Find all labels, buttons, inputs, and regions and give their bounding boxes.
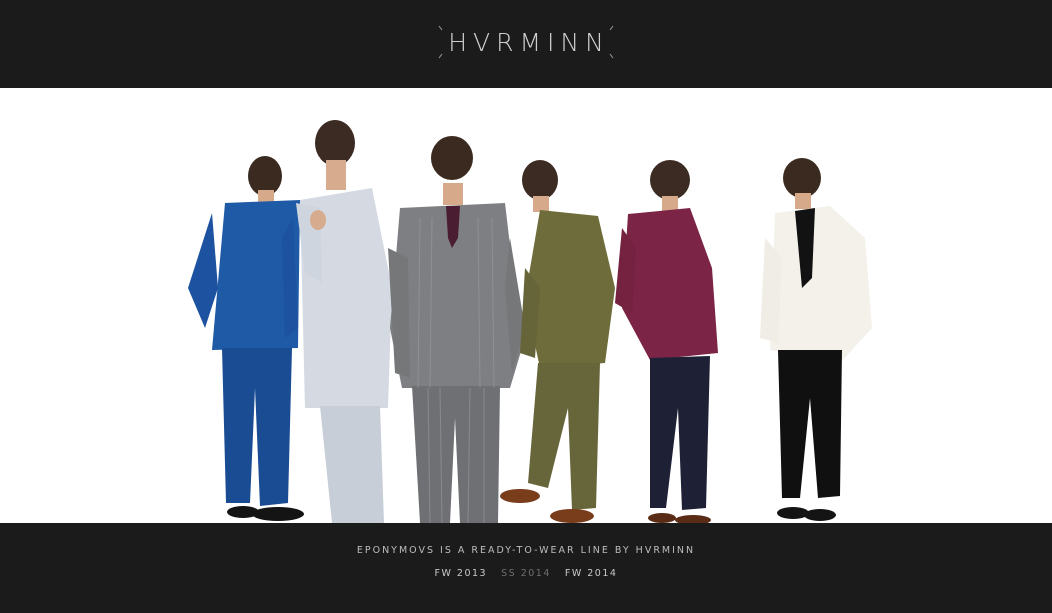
tagline: EPONYMOVS IS A READY-TO-WEAR LINE BY HVR…: [356, 545, 696, 556]
collection-link-fw-2013[interactable]: FW 2013: [435, 568, 488, 579]
hero-photo: [0, 88, 1052, 523]
collection-link-fw-2014[interactable]: FW 2014: [565, 568, 618, 579]
hero-image: [0, 88, 1052, 523]
collection-nav: FW 2013 SS 2014 FW 2014: [0, 568, 1052, 579]
brand-logo[interactable]: HVRMINN: [436, 24, 616, 60]
site-header: HVRMINN: [0, 0, 1052, 88]
logo-text: HVRMINN: [448, 27, 610, 57]
collection-link-ss-2014[interactable]: SS 2014: [501, 568, 551, 579]
site-footer: EPONYMOVS IS A READY-TO-WEAR LINE BY HVR…: [0, 523, 1052, 613]
